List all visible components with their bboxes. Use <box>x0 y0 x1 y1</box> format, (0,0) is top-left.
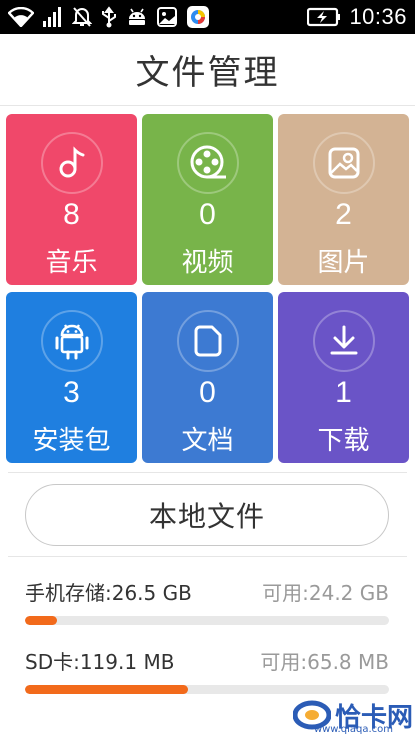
signal-icon <box>43 7 61 27</box>
divider <box>8 472 407 473</box>
status-icons-left <box>8 5 210 29</box>
category-label: 音乐 <box>45 248 98 278</box>
category-tile-download[interactable]: 1 下载 <box>278 292 409 463</box>
category-tile-music[interactable]: 8 音乐 <box>6 114 137 285</box>
title-bar: 文件管理 <box>0 34 415 106</box>
category-tile-doc[interactable]: 0 文档 <box>142 292 273 463</box>
category-tile-apk[interactable]: 3 安装包 <box>6 292 137 463</box>
battery-charging-icon <box>307 7 341 27</box>
category-count: 2 <box>335 198 352 231</box>
category-label: 安装包 <box>32 426 111 456</box>
film-reel-icon <box>190 145 226 179</box>
storage-available: 可用:24.2 GB <box>262 580 389 605</box>
storage-usage-fill <box>25 616 57 625</box>
category-count: 8 <box>63 198 80 231</box>
local-files-button[interactable]: 本地文件 <box>25 484 389 546</box>
watermark-logo: 恰卡网 www.qiaqa.com <box>292 695 413 735</box>
android-icon <box>55 324 88 360</box>
status-time: 10:36 <box>349 4 407 29</box>
wifi-icon <box>8 7 34 27</box>
gallery-icon <box>157 7 177 27</box>
category-tile-video[interactable]: 0 视频 <box>142 114 273 285</box>
storage-phone[interactable]: 手机存储:26.5 GB 可用:24.2 GB <box>25 576 389 625</box>
storage-name: 手机存储:26.5 GB <box>25 580 192 605</box>
storage-usage-bar <box>25 685 389 694</box>
divider <box>8 556 407 557</box>
mute-icon <box>72 7 92 27</box>
storage-usage-bar <box>25 616 389 625</box>
category-label: 文档 <box>181 426 234 456</box>
storage-sd-card[interactable]: SD卡:119.1 MB 可用:65.8 MB <box>25 645 389 694</box>
picture-icon <box>328 147 359 179</box>
category-tile-image[interactable]: 2 图片 <box>278 114 409 285</box>
storage-name: SD卡:119.1 MB <box>25 649 175 674</box>
category-label: 视频 <box>181 248 234 278</box>
status-bar: 10:36 <box>0 0 415 34</box>
category-label: 图片 <box>317 248 370 278</box>
category-count: 0 <box>199 376 216 409</box>
category-count: 1 <box>335 376 352 409</box>
category-label: 下载 <box>317 426 370 456</box>
status-icons-right: 10:36 <box>307 4 407 30</box>
download-icon <box>330 325 357 355</box>
storage-usage-fill <box>25 685 189 694</box>
page-title: 文件管理 <box>135 53 280 93</box>
document-icon <box>194 325 221 357</box>
local-files-label: 本地文件 <box>148 500 265 533</box>
watermark-subtext: www.qiaqa.com <box>313 724 393 735</box>
android-debug-icon <box>129 8 145 25</box>
music-note-icon <box>59 146 84 178</box>
usb-icon <box>102 6 116 28</box>
storage-available: 可用:65.8 MB <box>260 649 389 674</box>
app-icon <box>187 6 209 28</box>
category-count: 0 <box>199 198 216 231</box>
category-count: 3 <box>63 376 80 409</box>
